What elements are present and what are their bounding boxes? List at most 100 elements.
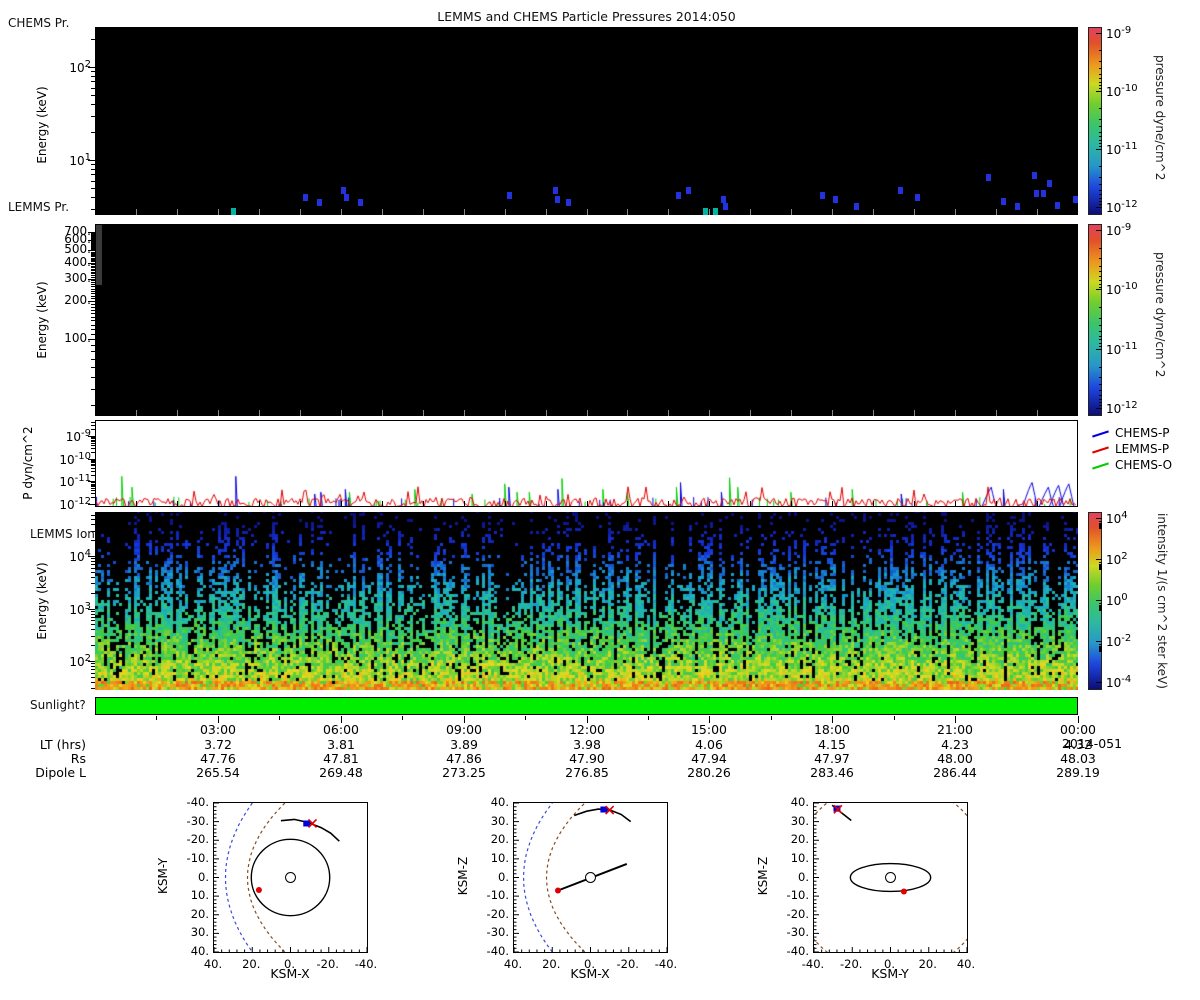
axis-tick-mark [91, 280, 95, 281]
axis-tick-mark [91, 425, 95, 426]
pressure-ytick-2: 10-11 [59, 473, 91, 490]
orbit-xtick-label: 0. [284, 957, 295, 971]
axis-tick-mark [791, 410, 792, 416]
axis-tick-mark [1099, 528, 1102, 529]
axis-tick-mark [1099, 521, 1102, 522]
chems-pressure-point [820, 192, 825, 200]
axis-tick-mark [91, 443, 95, 444]
axis-tick-mark [1099, 287, 1102, 288]
colorbar-tick-label: 104 [1106, 510, 1128, 526]
orbit-ytick-label: -30. [186, 813, 209, 828]
axis-tick-mark [88, 160, 95, 161]
axis-tick-mark [505, 501, 506, 506]
axis-tick-mark [91, 104, 95, 105]
axis-tick-mark [91, 252, 95, 253]
orbit-xtick-label: -20. [316, 957, 339, 971]
axis-tick-mark [1099, 405, 1102, 406]
axis-tick-mark [91, 377, 95, 378]
rs-value: 47.76 [200, 751, 236, 766]
axis-tick-mark [91, 486, 95, 487]
axis-tick-mark [91, 437, 95, 438]
intensity-colorbar [1088, 512, 1102, 690]
orbit-plot-1 [213, 802, 368, 953]
axis-tick-mark [218, 501, 219, 506]
lt-value: 3.98 [573, 737, 601, 752]
axis-tick-mark [91, 244, 95, 245]
axis-tick-mark [1099, 190, 1102, 191]
dipole-l-value: 265.54 [196, 765, 240, 780]
axis-tick-mark [1099, 346, 1102, 347]
orbit-plot-3-drawing [790, 780, 991, 975]
axis-tick-mark [91, 448, 95, 449]
axis-tick-mark [832, 410, 833, 416]
bow-shock-curve [224, 802, 253, 953]
legend-label-chems-o: CHEMS-O [1115, 458, 1173, 472]
axis-tick-mark [177, 501, 178, 506]
axis-tick-mark [91, 669, 95, 670]
axis-tick-mark [259, 501, 260, 506]
axis-tick-mark [587, 209, 588, 215]
axis-tick-mark [1099, 325, 1102, 326]
orbit-xtick-label: 20. [918, 957, 937, 971]
pressure-ytick-0: 10-9 [65, 428, 91, 444]
lt-value: 3.89 [450, 737, 478, 752]
axis-tick-mark [91, 645, 95, 646]
ions-ytick-1: 103 [69, 600, 91, 617]
orbit-ytick-label: 40. [490, 795, 509, 809]
axis-tick-mark [382, 501, 383, 506]
saturn-marker [585, 872, 596, 883]
chems-pressure-point [898, 186, 904, 194]
sunlight-status-bar [95, 697, 1078, 715]
axis-tick-mark [91, 636, 95, 637]
axis-tick-mark [91, 81, 95, 82]
axis-tick-mark [136, 410, 137, 416]
lt-value: 4.32 [1064, 737, 1092, 752]
axis-tick-mark [91, 234, 95, 235]
axis-tick-mark [177, 410, 178, 416]
chems-pressure-point [303, 194, 309, 201]
axis-tick-mark [91, 235, 95, 236]
axis-tick-mark [91, 440, 95, 441]
axis-tick-mark [1096, 641, 1102, 642]
lemms-panel-gap-strip [96, 225, 102, 285]
axis-tick-mark [88, 609, 95, 610]
chems-pressure-point [1055, 201, 1061, 209]
axis-tick-mark [91, 462, 95, 463]
figure-title: LEMMS and CHEMS Particle Pressures 2014:… [437, 9, 736, 24]
dipole-l-value: 286.44 [933, 765, 977, 780]
ions-ytick-2: 102 [69, 653, 91, 669]
time-tick-label: 15:00 [690, 722, 728, 737]
rs-value: 47.97 [814, 751, 850, 766]
axis-tick-mark [525, 716, 526, 720]
chems-pressure-point [1041, 190, 1047, 198]
axis-tick-mark [91, 253, 95, 254]
chems-pressure-point [1001, 198, 1007, 206]
panel-label-lemms: LEMMS Pr. [8, 200, 70, 214]
lt-value: 4.15 [818, 737, 846, 752]
colorbar-tick-label: 10-9 [1106, 25, 1132, 41]
ions-spectrogram-canvas [95, 512, 1078, 690]
orbit-xtick-label: 40. [203, 957, 223, 971]
axis-tick-mark [832, 209, 833, 215]
axis-tick-mark [91, 272, 95, 273]
axis-tick-mark [627, 209, 628, 215]
axis-tick-mark [1099, 194, 1102, 195]
axis-tick-mark [91, 242, 95, 243]
axis-tick-mark [91, 209, 95, 210]
orbit-ytick-label: 30. [790, 813, 809, 828]
time-tick-label: 21:00 [936, 722, 974, 737]
orbit-plot-2-drawing [513, 802, 668, 953]
lemms-ytick-100: 100. [64, 330, 91, 345]
orbit-ytick-label: -20. [486, 906, 509, 921]
axis-tick-mark [91, 345, 95, 346]
intensity-colorbar-title: intensity 1/(s cm^2 ster keV) [1155, 513, 1169, 689]
axis-tick-mark [91, 259, 95, 260]
axis-tick-mark [1099, 201, 1102, 202]
axis-tick-mark [91, 239, 95, 240]
axis-tick-mark [91, 197, 95, 198]
axis-tick-mark [91, 269, 95, 270]
time-tick-label: 03:00 [199, 722, 237, 737]
axis-tick-mark [91, 624, 95, 625]
axis-tick-mark [1099, 603, 1102, 604]
axis-tick-mark [1099, 339, 1102, 340]
